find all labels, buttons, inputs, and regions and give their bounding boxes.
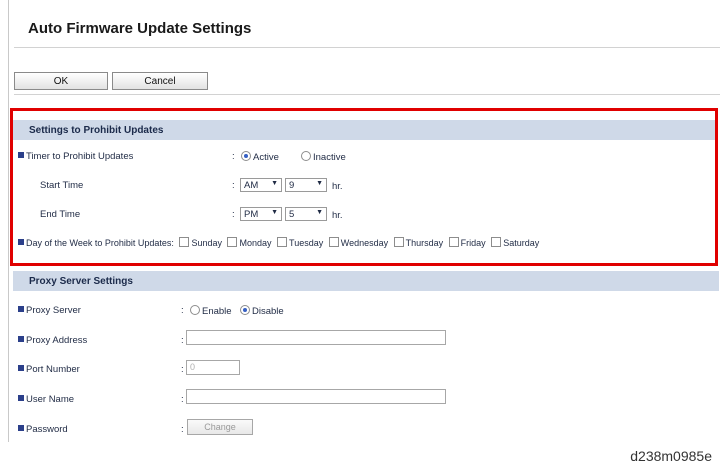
cancel-button[interactable]: Cancel — [112, 72, 208, 90]
divider — [14, 47, 720, 48]
ok-button[interactable]: OK — [14, 72, 108, 90]
bullet-icon — [18, 425, 24, 431]
radio-disable[interactable] — [240, 305, 250, 315]
password-label: Password — [18, 424, 68, 435]
proxy-server-label: Proxy Server — [18, 305, 81, 316]
user-name-input[interactable] — [186, 389, 446, 404]
page-title: Auto Firmware Update Settings — [28, 20, 252, 37]
bullet-icon — [18, 395, 24, 401]
proxy-section-header: Proxy Server Settings — [13, 271, 719, 291]
proxy-address-input[interactable] — [186, 330, 446, 345]
change-password-button[interactable]: Change — [187, 419, 253, 435]
proxy-address-label: Proxy Address — [18, 335, 87, 346]
port-number-input[interactable]: 0 — [186, 360, 240, 375]
proxy-disable-option[interactable]: Disable — [240, 305, 284, 317]
radio-enable[interactable] — [190, 305, 200, 315]
bullet-icon — [18, 365, 24, 371]
figure-id: d238m0985e — [630, 448, 712, 464]
bullet-icon — [18, 336, 24, 342]
divider — [14, 94, 720, 95]
user-name-label: User Name — [18, 394, 74, 405]
proxy-enable-option[interactable]: Enable — [190, 305, 232, 317]
port-number-label: Port Number — [18, 364, 80, 375]
bullet-icon — [18, 306, 24, 312]
highlight-box — [10, 108, 718, 266]
